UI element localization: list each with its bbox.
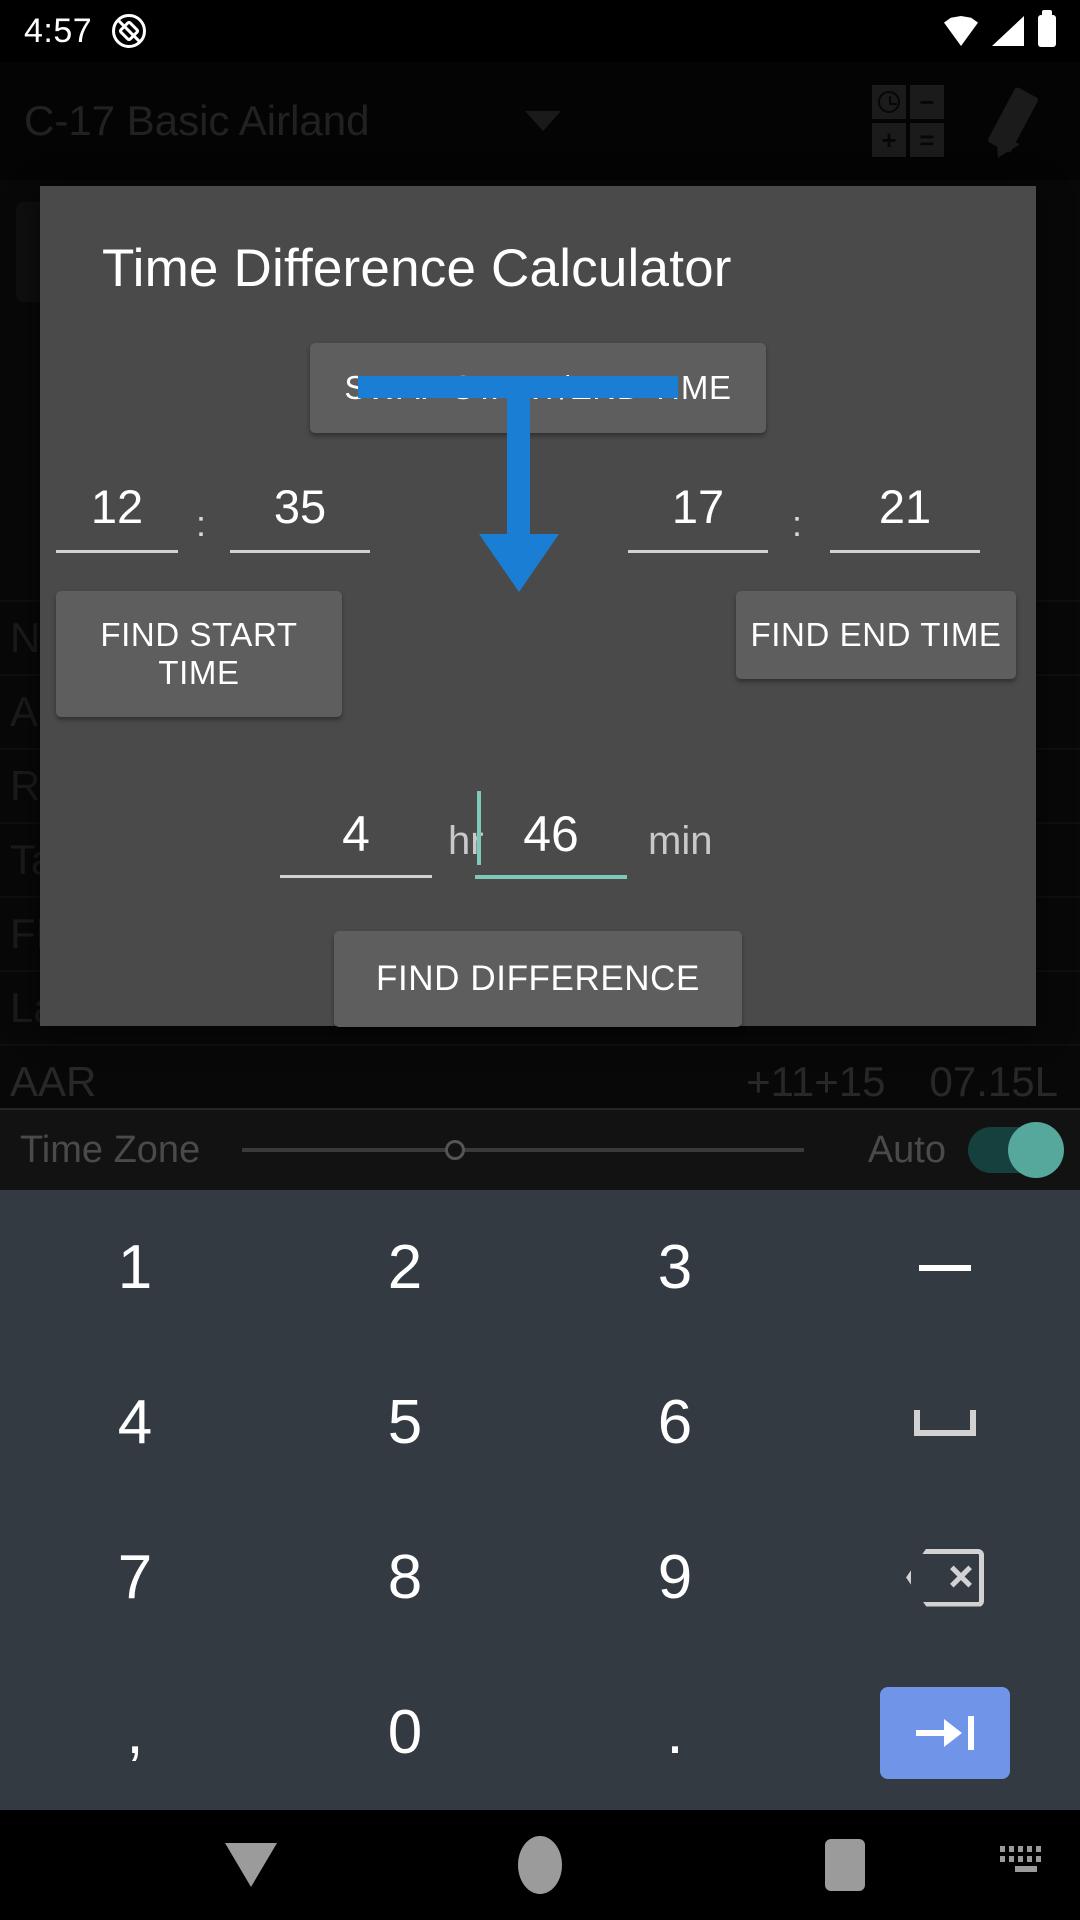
enter-button[interactable] <box>880 1686 1010 1779</box>
keyboard-switch-icon[interactable] <box>1000 1846 1052 1884</box>
collapse-keyboard-icon[interactable] <box>225 1843 277 1887</box>
key-minus[interactable] <box>810 1190 1080 1345</box>
key-backspace[interactable] <box>810 1500 1080 1655</box>
start-minutes-input[interactable]: 35 <box>230 479 370 553</box>
end-minutes-input[interactable]: 21 <box>830 479 980 553</box>
start-hours-input[interactable]: 12 <box>56 479 178 553</box>
key-8[interactable]: 8 <box>270 1500 540 1655</box>
recents-icon[interactable] <box>825 1839 865 1891</box>
auto-label: Auto <box>867 1128 946 1171</box>
difference-hours-input[interactable]: 4 <box>280 805 432 878</box>
find-buttons-row: FIND START TIME FIND END TIME <box>40 591 1036 717</box>
key-6[interactable]: 6 <box>540 1345 810 1500</box>
find-start-time-button[interactable]: FIND START TIME <box>56 591 342 717</box>
home-icon[interactable] <box>518 1836 562 1894</box>
numeric-keypad: 123 456 789,0. <box>0 1190 1080 1810</box>
difference-minutes-unit: min <box>648 819 713 863</box>
time-zone-bar: Time Zone Auto <box>0 1108 1080 1190</box>
backspace-icon <box>906 1548 984 1607</box>
key-2[interactable]: 2 <box>270 1190 540 1345</box>
dialog-title: Time Difference Calculator <box>102 239 732 298</box>
key-1[interactable]: 1 <box>0 1190 270 1345</box>
key-comma[interactable]: , <box>0 1655 270 1810</box>
auto-toggle[interactable] <box>968 1122 1064 1178</box>
time-zone-slider[interactable] <box>242 1140 805 1160</box>
enter-arrow-icon <box>916 1715 974 1750</box>
battery-icon <box>1038 10 1056 47</box>
find-difference-button[interactable]: FIND DIFFERENCE <box>334 931 742 1027</box>
key-4[interactable]: 4 <box>0 1345 270 1500</box>
status-bar-clock: 4:57 <box>24 11 93 50</box>
wifi-icon <box>944 16 978 46</box>
mute-icon <box>112 14 147 48</box>
key-9[interactable]: 9 <box>540 1500 810 1655</box>
minus-icon <box>919 1264 971 1271</box>
key-7[interactable]: 7 <box>0 1500 270 1655</box>
end-time-separator: : <box>792 503 803 544</box>
key-5[interactable]: 5 <box>270 1345 540 1500</box>
difference-minutes-input[interactable]: 46 <box>475 805 627 879</box>
key-period[interactable]: . <box>540 1655 810 1810</box>
screen: 4:57 C-17 Basic Airland − + = L No <box>0 0 1080 1920</box>
start-time-separator: : <box>196 503 207 544</box>
navigation-bar <box>0 1810 1080 1920</box>
status-bar: 4:57 <box>0 0 1080 62</box>
difference-row: 4 hr 46 min <box>40 791 1036 889</box>
key-3[interactable]: 3 <box>540 1190 810 1345</box>
key-0[interactable]: 0 <box>270 1655 540 1810</box>
slider-thumb[interactable] <box>445 1140 466 1160</box>
key-enter[interactable] <box>810 1655 1080 1810</box>
space-icon <box>914 1409 976 1436</box>
time-zone-label: Time Zone <box>20 1128 201 1171</box>
find-end-time-button[interactable]: FIND END TIME <box>736 591 1016 679</box>
down-arrow-icon <box>358 376 678 606</box>
key-space[interactable] <box>810 1345 1080 1500</box>
signal-icon <box>992 16 1024 46</box>
time-difference-dialog: Time Difference Calculator SWAP START/EN… <box>40 186 1036 1027</box>
status-bar-icons <box>944 10 1056 47</box>
